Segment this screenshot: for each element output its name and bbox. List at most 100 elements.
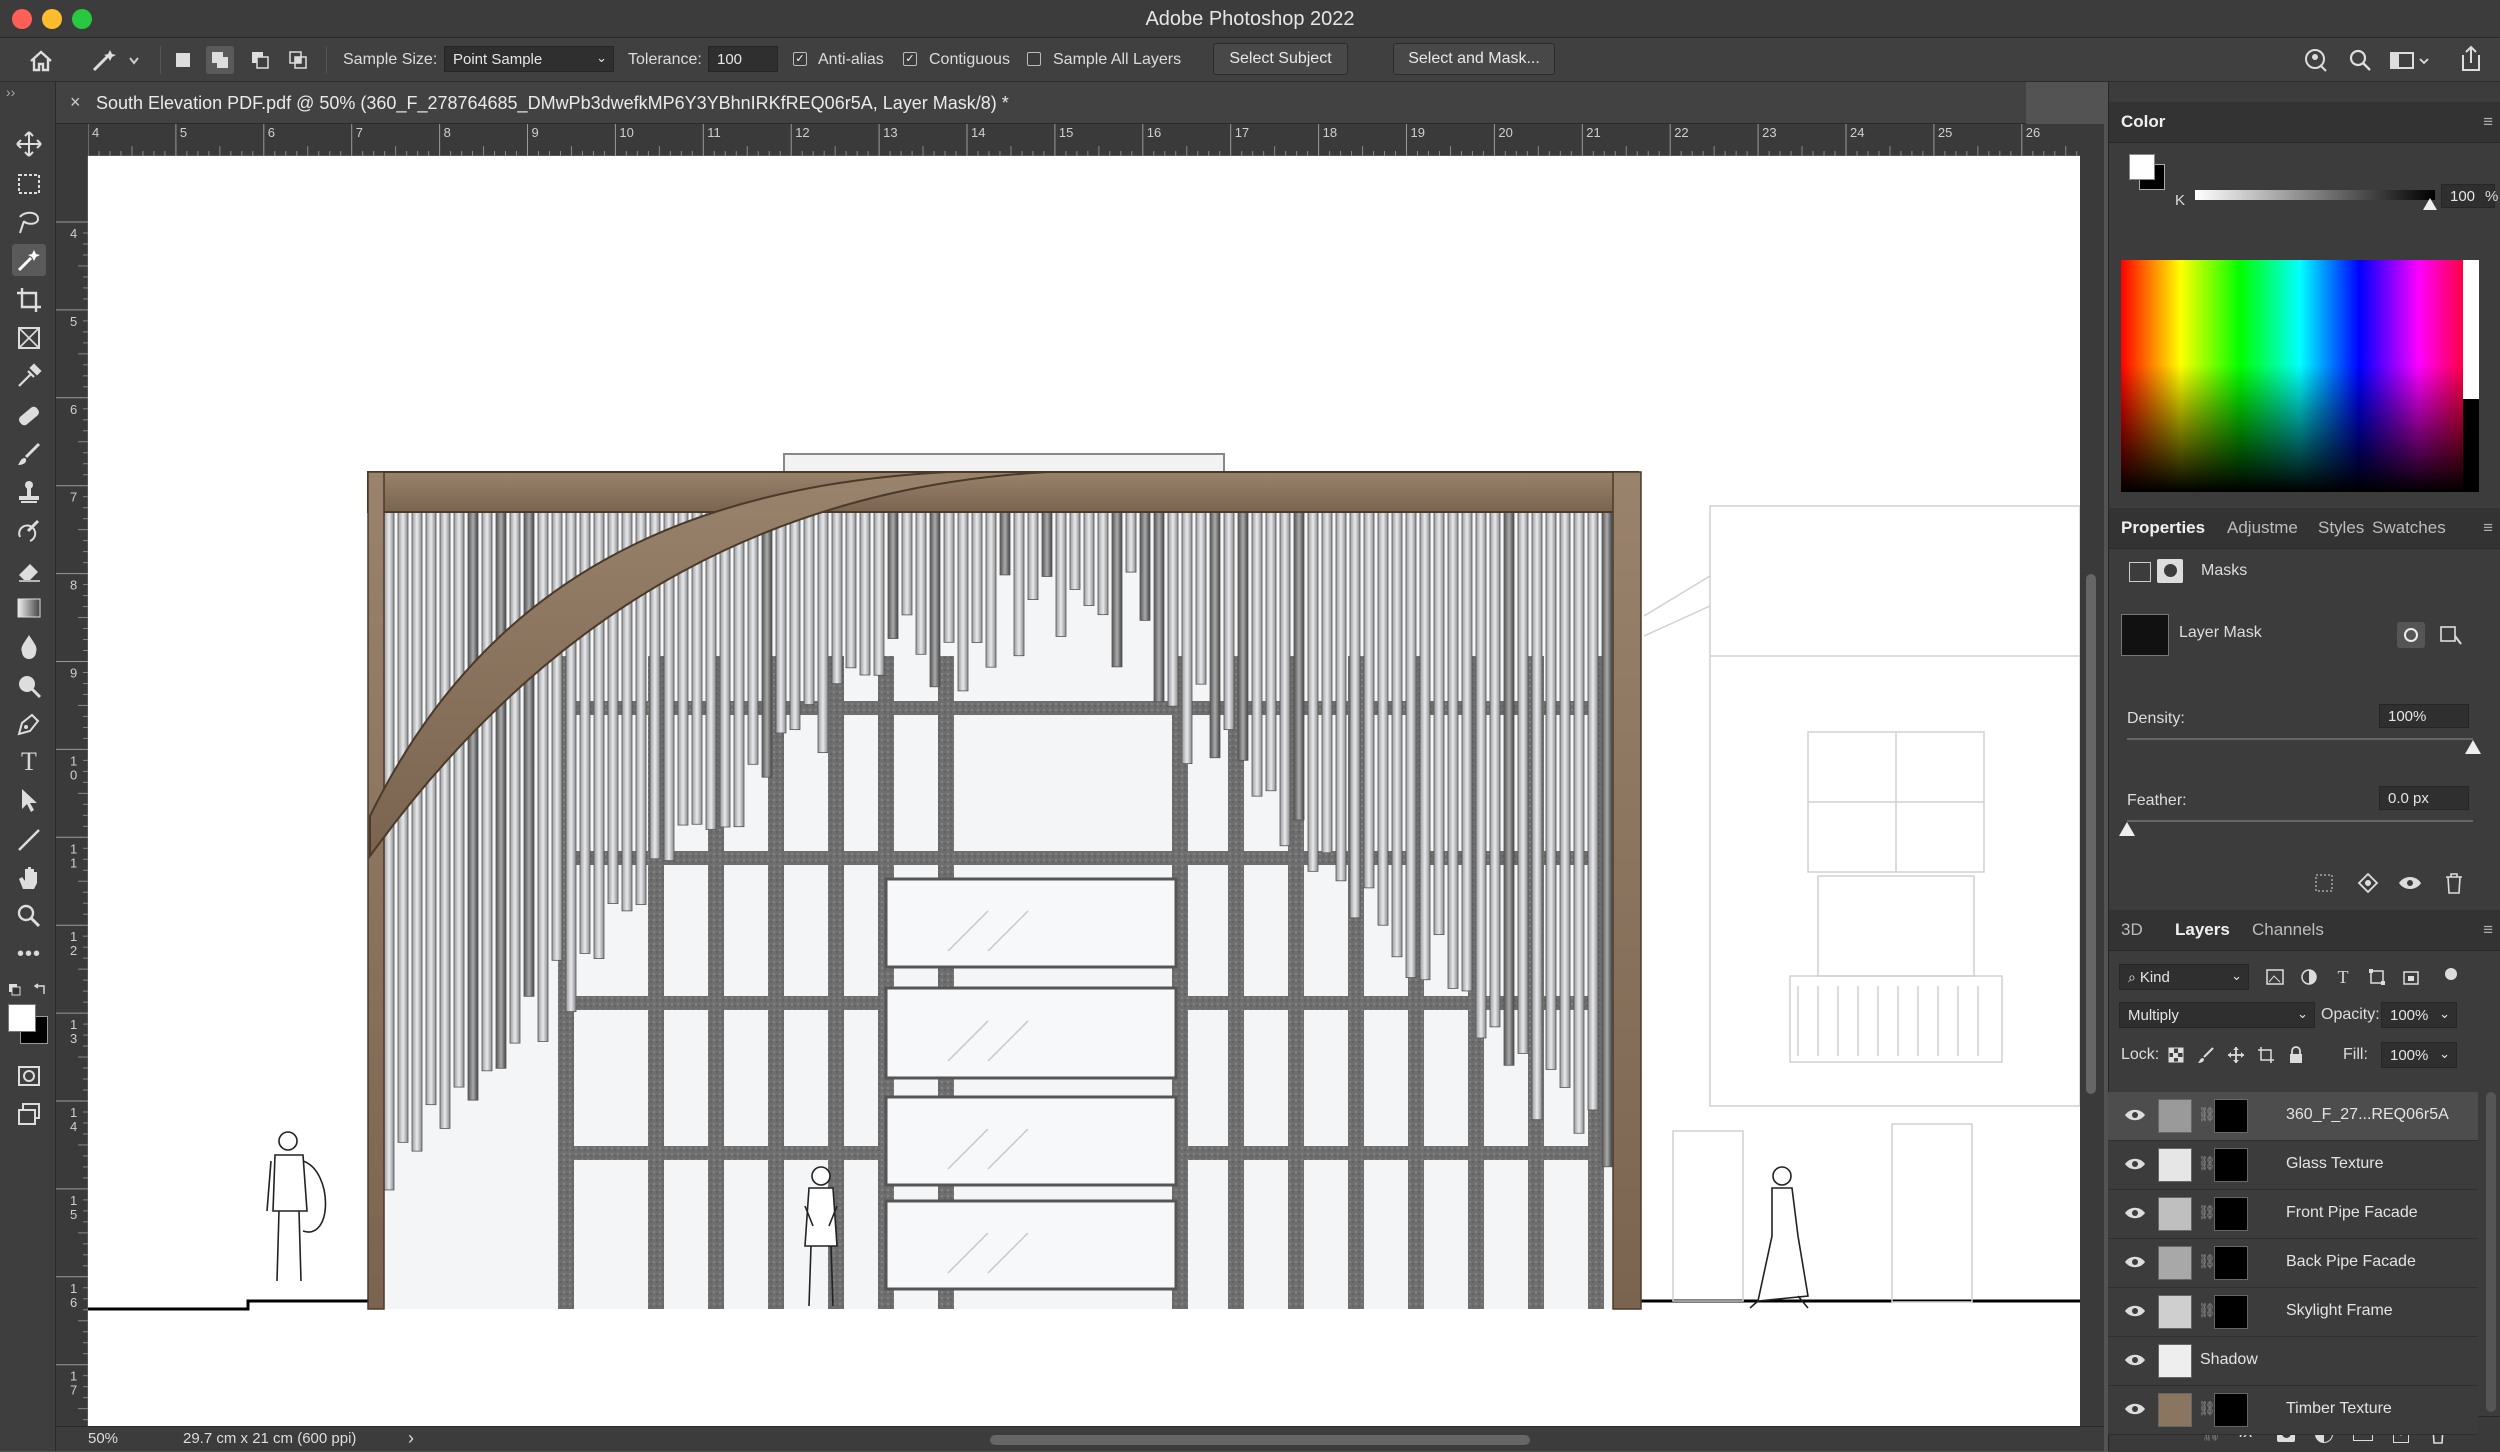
color-spectrum[interactable] [2121,260,2479,492]
more-tools-icon[interactable]: ••• [12,938,46,970]
select-subject-button[interactable]: Select Subject [1213,43,1348,75]
layer-mask-thumbnail[interactable] [2214,1148,2248,1182]
path-selection-tool-icon[interactable] [12,784,46,816]
share-learn-icon[interactable] [2302,46,2330,74]
opacity-input[interactable]: 100% ⌄ [2381,1002,2457,1028]
horizontal-ruler[interactable]: 4 5 6 7 8 9 10 11 12 13 14 15 16 17 18 19 20 21 22 23 24 25 26 [87,124,2100,156]
panel-menu-icon[interactable]: ≡ [2483,518,2493,538]
screen-mode-icon[interactable] [12,1098,46,1130]
tab-3d[interactable]: 3D [2121,920,2143,940]
eye-icon[interactable] [2124,1155,2146,1175]
close-document-icon[interactable]: × [70,92,81,113]
color-panel-title[interactable]: Color [2121,112,2165,132]
tab-layers[interactable]: Layers [2175,920,2230,940]
document-size[interactable]: 29.7 cm x 21 cm (600 ppi) [183,1430,356,1447]
default-colors-icon[interactable] [8,982,48,996]
type-tool-icon[interactable]: T [12,746,46,778]
layer-mask-thumbnail[interactable] [2214,1393,2248,1427]
blur-tool-icon[interactable] [12,630,46,662]
lock-all-icon[interactable] [2285,1044,2307,1066]
layers-scrollbar[interactable] [2486,1092,2496,1412]
search-icon[interactable] [2346,46,2374,74]
status-menu-arrow[interactable]: › [408,1428,414,1449]
layer-mask-thumbnail[interactable] [2214,1295,2248,1329]
filter-smart-object-icon[interactable] [2399,966,2423,988]
filter-type-icon[interactable]: T [2331,966,2355,988]
add-vector-mask-icon[interactable] [2437,622,2465,648]
clone-stamp-tool-icon[interactable] [12,476,46,508]
quick-mask-icon[interactable] [12,1060,46,1092]
layer-mask-icon[interactable] [2157,559,2183,583]
select-pixel-mask-button[interactable] [2397,622,2425,648]
tab-channels[interactable]: Channels [2252,920,2324,940]
layer-thumbnail[interactable] [2158,1344,2192,1378]
document-canvas[interactable] [88,156,2081,1426]
density-slider-handle[interactable] [2465,740,2481,754]
vertical-ruler[interactable]: 4567891011121314151617 [56,156,88,1443]
layer-mask-thumbnail[interactable] [2214,1246,2248,1280]
zoom-tool-icon[interactable] [12,900,46,932]
filter-shape-icon[interactable] [2365,966,2389,988]
select-and-mask-button[interactable]: Select and Mask... [1393,43,1555,75]
new-selection-icon[interactable] [172,49,194,71]
lock-image-pixels-icon[interactable] [2195,1044,2217,1066]
workspace-icon[interactable] [2388,46,2432,74]
layer-row[interactable]: ⛓ Front Pipe Facade [2108,1190,2478,1239]
tab-styles[interactable]: Styles [2318,518,2364,538]
eye-icon[interactable] [2124,1106,2146,1126]
panel-menu-icon[interactable]: ≡ [2483,920,2493,940]
layer-thumbnail[interactable] [2158,1295,2192,1329]
color-fg-swatch[interactable] [2129,154,2155,180]
ruler-corner[interactable] [56,124,88,156]
tab-adjustments[interactable]: Adjustme [2227,518,2298,538]
layer-thumbnail[interactable] [2158,1197,2192,1231]
marquee-tool-icon[interactable] [12,168,46,200]
brush-tool-icon[interactable] [12,438,46,470]
move-tool-icon[interactable] [12,128,46,160]
hand-tool-icon[interactable] [12,862,46,894]
filter-adjustment-icon[interactable] [2297,966,2321,988]
density-slider[interactable] [2127,738,2473,740]
lock-transparent-pixels-icon[interactable] [2165,1044,2187,1066]
layer-mask-thumbnail[interactable] [2214,1197,2248,1231]
line-tool-icon[interactable] [12,824,46,856]
tolerance-input[interactable]: 100 [708,46,778,72]
eye-icon[interactable] [2395,870,2425,896]
blend-mode-select[interactable]: Multiply ⌄ [2119,1002,2315,1028]
anti-alias-checkbox[interactable]: ✓ [793,52,807,66]
zoom-level[interactable]: 50% [88,1430,118,1447]
feather-slider[interactable] [2127,820,2473,822]
layer-row[interactable]: ⛓ 360_F_27...REQ06r5A [2108,1092,2478,1141]
magic-wand-tool-icon[interactable] [12,244,46,276]
eye-icon[interactable] [2124,1400,2146,1420]
foreground-color-swatch[interactable] [8,1004,36,1032]
k-slider-handle[interactable] [2423,198,2437,210]
feather-slider-handle[interactable] [2119,822,2135,836]
eraser-tool-icon[interactable] [12,554,46,586]
layer-row[interactable]: ⛓ Glass Texture [2108,1141,2478,1190]
layer-thumbnail[interactable] [2158,1393,2192,1427]
tab-properties[interactable]: Properties [2121,518,2205,538]
pixel-mask-icon[interactable] [2129,562,2151,582]
filter-toggle[interactable] [2445,968,2457,980]
contiguous-checkbox[interactable]: ✓ [903,52,917,66]
crop-tool-icon[interactable] [12,284,46,316]
document-tab[interactable]: × South Elevation PDF.pdf @ 50% (360_F_2… [56,82,2026,124]
eye-icon[interactable] [2124,1253,2146,1273]
magic-wand-tool-preset-icon[interactable] [88,46,142,76]
load-selection-icon[interactable] [2309,870,2339,896]
apply-mask-icon[interactable] [2353,870,2383,896]
eye-icon[interactable] [2124,1302,2146,1322]
filter-pixel-icon[interactable] [2263,966,2287,988]
sample-size-select[interactable]: Point Sample ⌄ [444,46,614,72]
feather-input[interactable]: 0.0 px [2379,786,2469,810]
add-to-selection-icon[interactable] [206,46,234,74]
fill-input[interactable]: 100% ⌄ [2381,1042,2457,1068]
density-input[interactable]: 100% [2379,704,2469,728]
layer-thumbnail[interactable] [2158,1099,2192,1133]
gradient-tool-icon[interactable] [12,592,46,624]
subtract-from-selection-icon[interactable] [246,46,274,74]
layer-row[interactable]: ⛓ Skylight Frame [2108,1288,2478,1337]
tab-swatches[interactable]: Swatches [2372,518,2446,538]
healing-brush-tool-icon[interactable] [12,400,46,432]
